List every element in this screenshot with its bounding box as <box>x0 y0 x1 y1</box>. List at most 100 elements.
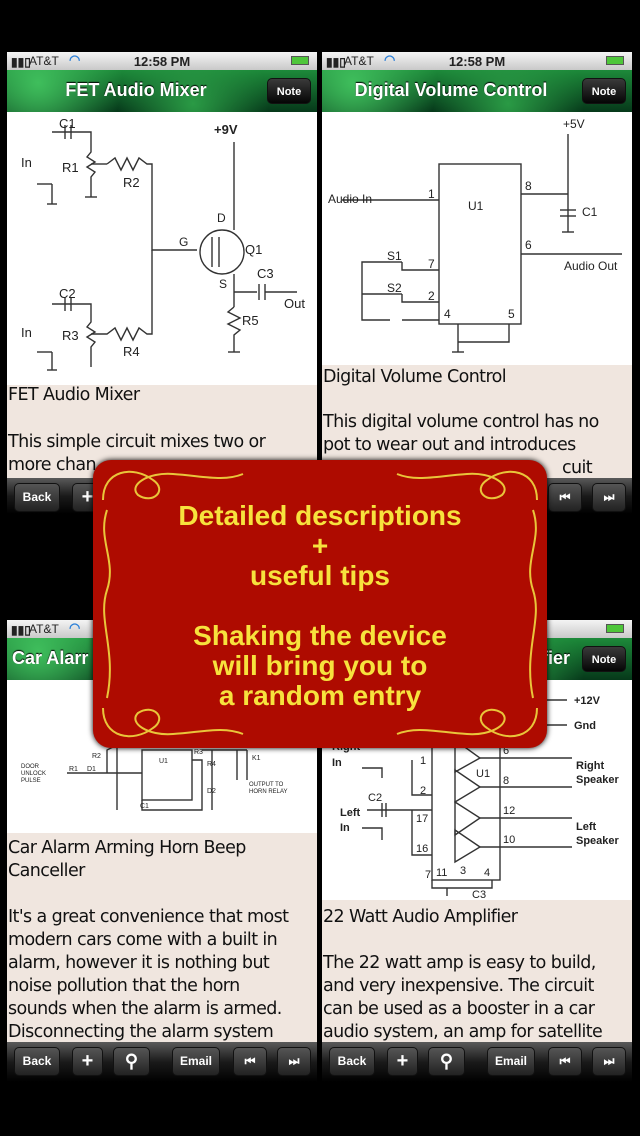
diagram-label: 1 <box>420 755 426 767</box>
nav-title: FET Audio Mixer <box>65 80 207 100</box>
diagram-label: Q1 <box>245 242 262 257</box>
banner-line: Shaking the device <box>193 620 447 651</box>
circuit-diagram: +5V Audio In 1 U1 8 C1 6 Audio Out S1 7 … <box>322 112 632 365</box>
diagram-label: 11 <box>436 867 447 879</box>
previous-button[interactable]: ⏮ <box>233 1047 267 1076</box>
search-icon: ⚲ <box>439 1051 454 1071</box>
diagram-label: +9V <box>214 122 238 137</box>
search-button[interactable]: ⚲ <box>428 1047 465 1076</box>
diagram-label: Out <box>284 296 305 311</box>
diagram-label: 5 <box>508 307 515 321</box>
diagram-label: Speaker <box>576 774 620 786</box>
banner-line: a random entry <box>218 680 422 711</box>
skip-forward-icon: ⏭ <box>603 490 615 504</box>
next-button[interactable]: ⏭ <box>277 1047 311 1076</box>
entry-title: 22 Watt Audio Amplifier <box>323 907 518 927</box>
diagram-label: C2 <box>59 286 76 301</box>
nav-bar: Digital Volume Control Note <box>322 70 632 112</box>
diagram-label: C3 <box>472 889 486 900</box>
previous-button[interactable]: ⏮ <box>548 1047 582 1076</box>
diagram-label: Right <box>576 760 604 772</box>
diagram-label: C1 <box>59 116 76 131</box>
entry-body-line: It's a great convenience that most <box>8 907 289 927</box>
battery-icon <box>291 56 309 65</box>
diagram-label: R3 <box>62 328 79 343</box>
back-button[interactable]: Back <box>329 1047 375 1076</box>
clock: 12:58 PM <box>448 54 506 69</box>
next-button[interactable]: ⏭ <box>592 1047 626 1076</box>
next-button[interactable]: ⏭ <box>592 483 626 512</box>
entry-body-line: pot to wear out and introduces <box>323 435 576 455</box>
diagram-label: R2 <box>123 175 140 190</box>
entry-title-line: Canceller <box>8 861 85 881</box>
email-button[interactable]: Email <box>487 1047 535 1076</box>
entry-body-line: This simple circuit mixes two or <box>8 432 266 452</box>
banner-line: Detailed descriptions <box>178 500 462 531</box>
entry-body-line: This digital volume control has no <box>323 412 599 432</box>
diagram-label: K1 <box>252 755 261 762</box>
diagram-label: Speaker <box>576 835 620 847</box>
skip-back-icon: ⏮ <box>559 490 571 504</box>
diagram-label: U1 <box>468 199 484 213</box>
diagram-label: HORN RELAY <box>249 789 288 795</box>
entry-body-line: audio system, an amp for satellite <box>323 1022 603 1042</box>
diagram-label: U1 <box>159 758 168 765</box>
banner-line: + <box>311 530 329 561</box>
diagram-label: 17 <box>416 813 428 825</box>
diagram-label: 4 <box>484 867 490 879</box>
diagram-label: 7 <box>428 257 435 271</box>
diagram-label: 7 <box>425 869 431 881</box>
add-button[interactable]: + <box>72 1047 103 1076</box>
entry-title: FET Audio Mixer <box>8 385 140 405</box>
entry-body-line: The 22 watt amp is easy to build, <box>323 953 596 973</box>
diagram-label: 16 <box>416 843 428 855</box>
diagram-label: Audio In <box>328 192 372 206</box>
diagram-label: R4 <box>123 344 140 359</box>
email-button[interactable]: Email <box>172 1047 220 1076</box>
diagram-label: 6 <box>525 238 532 252</box>
diagram-label: R2 <box>92 753 101 760</box>
diagram-label: 2 <box>420 785 426 797</box>
entry-body-line: alarm, however it is nothing but <box>8 953 270 973</box>
circuit-diagram: C1 In R1 R2 +9V D G Q1 S C3 Out R5 C2 In… <box>7 112 317 385</box>
diagram-label: DOOR <box>21 764 40 770</box>
back-button[interactable]: Back <box>14 483 60 512</box>
search-button[interactable]: ⚲ <box>113 1047 150 1076</box>
diagram-label: 8 <box>503 775 509 787</box>
previous-button[interactable]: ⏮ <box>548 483 582 512</box>
diagram-label: In <box>332 757 342 769</box>
diagram-label: +12V <box>574 695 601 707</box>
add-button[interactable]: + <box>387 1047 418 1076</box>
note-button[interactable]: Note <box>582 78 626 104</box>
screen-fet-audio-mixer: ▮▮▯ AT&T ◠ 12:58 PM FET Audio Mixer Note… <box>7 52 317 514</box>
diagram-label: Gnd <box>574 720 596 732</box>
diagram-label: C1 <box>582 205 598 219</box>
entry-body-line: modern cars come with a built in <box>8 930 278 950</box>
note-button[interactable]: Note <box>582 646 626 672</box>
diagram-label: 2 <box>428 289 435 303</box>
entry-title-line: Car Alarm Arming Horn Beep <box>8 838 246 858</box>
diagram-label: 4 <box>444 307 451 321</box>
diagram-label: 3 <box>460 865 466 877</box>
skip-forward-icon: ⏭ <box>288 1054 300 1068</box>
entry-body-line: noise pollution that the horn <box>8 976 240 996</box>
note-button[interactable]: Note <box>267 78 311 104</box>
battery-icon <box>606 624 624 633</box>
diagram-label: C1 <box>140 803 149 810</box>
entry-body-line: sounds when the alarm is armed. <box>8 999 282 1019</box>
back-button[interactable]: Back <box>14 1047 60 1076</box>
wifi-icon: ◠ <box>69 620 81 635</box>
diagram-label: R3 <box>194 749 203 756</box>
diagram-label: S <box>219 277 227 291</box>
battery-icon <box>606 56 624 65</box>
skip-back-icon: ⏮ <box>559 1054 571 1068</box>
entry-body-line: can be used as a booster in a car <box>323 999 595 1019</box>
diagram-label: 8 <box>525 179 532 193</box>
entry-body-line: Disconnecting the alarm system <box>8 1022 274 1042</box>
diagram-label: Audio Out <box>564 259 618 273</box>
diagram-label: OUTPUT TO <box>249 782 284 788</box>
diagram-label: D <box>217 211 226 225</box>
search-icon: ⚲ <box>124 1051 139 1071</box>
banner-line: will bring you to <box>212 650 428 681</box>
entry-title: Digital Volume Control <box>323 367 507 387</box>
